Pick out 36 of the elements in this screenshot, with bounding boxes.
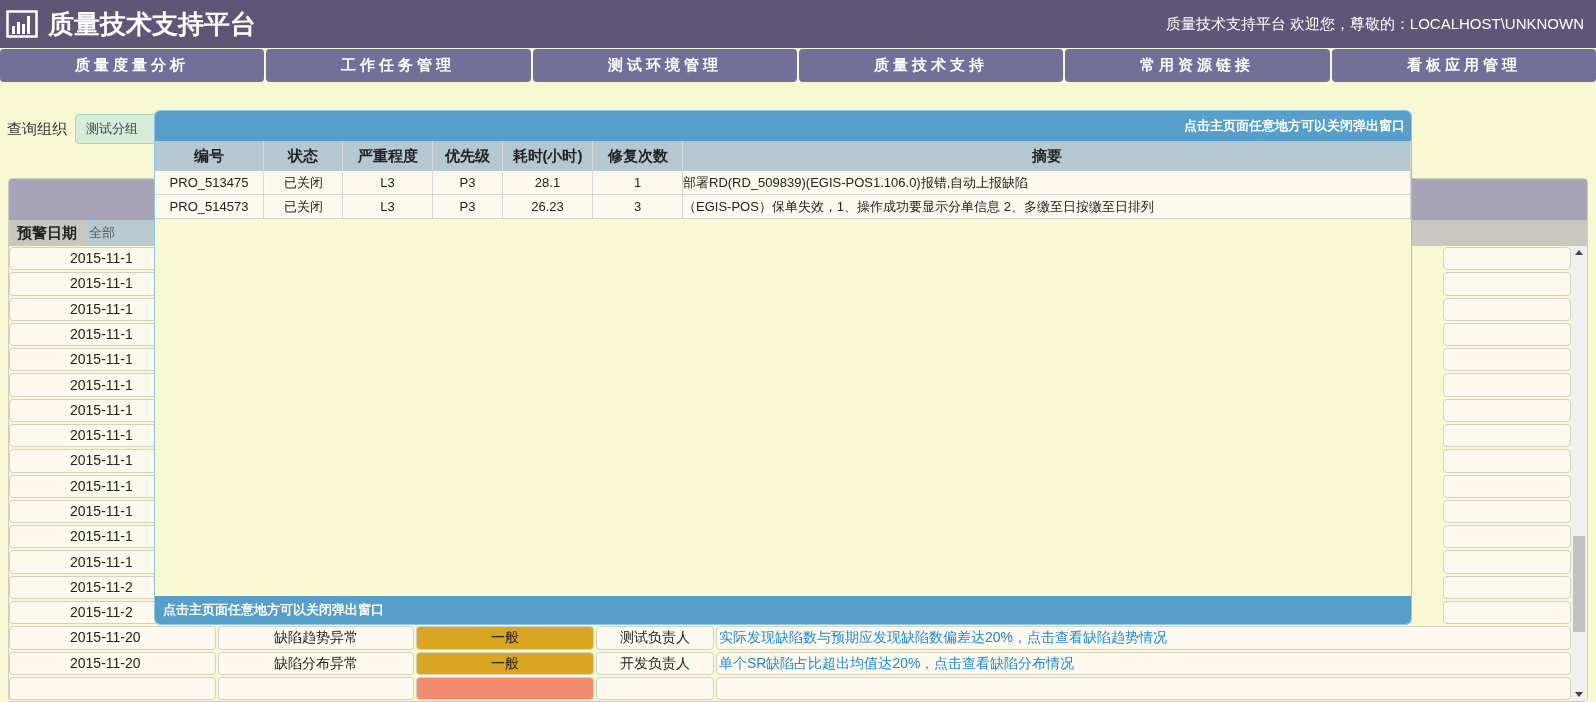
table-cell: 缺陷趋势异常 xyxy=(218,626,414,650)
nav-tab[interactable]: 常用资源链接 xyxy=(1065,49,1330,82)
nav-tab[interactable]: 质量度量分析 xyxy=(0,49,265,82)
severity-cell: 一般 xyxy=(416,651,594,675)
close-hint: 点击主页面任意地方可以关闭弹出窗口 xyxy=(1184,117,1405,136)
table-cell: 测试负责人 xyxy=(596,626,714,650)
description-link[interactable]: 实际发现缺陷数与预期应发现缺陷数偏差达20%，点击查看缺陷趋势情况 xyxy=(719,627,1168,649)
table-cell: L3 xyxy=(343,195,433,218)
table-cell: 26.23 xyxy=(503,195,593,218)
table-cell: 1 xyxy=(593,171,683,194)
table-cell: L3 xyxy=(343,171,433,194)
table-cell: P3 xyxy=(433,171,503,194)
nav-tab[interactable]: 工作任务管理 xyxy=(266,49,531,82)
table-cell: 缺陷分布异常 xyxy=(218,651,414,675)
table-cell: 已关闭 xyxy=(264,171,343,194)
nav-tab[interactable]: 测试环境管理 xyxy=(532,49,797,82)
filter-label: 预警日期 xyxy=(17,222,77,243)
severity-cell: 一般 xyxy=(416,626,594,650)
filter-value[interactable]: 全部 xyxy=(87,220,155,246)
table-cell: PRO_514573 xyxy=(155,195,264,218)
table-cell: 部署RD(RD_509839)(EGIS-POS1.106.0)报错,自动上报缺陷 xyxy=(683,171,1411,194)
nav-tab[interactable]: 质量技术支持 xyxy=(799,49,1064,82)
table-cell: 2015-11-20 xyxy=(9,651,216,675)
table-cell: （EGIS-POS）保单失效，1、操作成功要显示分单信息 2、多缴至日按缴至日排列 xyxy=(683,195,1411,218)
table-cell: 已关闭 xyxy=(264,195,343,218)
description-link[interactable]: 单个SR缺陷占比超出均值达20%，点击查看缺陷分布情况 xyxy=(719,652,1075,674)
app-title: 质量技术支持平台 xyxy=(48,7,256,41)
query-label: 查询组织 xyxy=(7,118,67,139)
table-cell: 3 xyxy=(593,195,683,218)
table-cell: 开发负责人 xyxy=(596,651,714,675)
table-cell: PRO_513475 xyxy=(155,171,264,194)
table-cell: P3 xyxy=(433,195,503,218)
table-cell: 28.1 xyxy=(503,171,593,194)
welcome-text: 质量技术支持平台 欢迎您，尊敬的：LOCALHOST\UNKNOWN xyxy=(1165,13,1585,34)
nav-tab[interactable]: 看板应用管理 xyxy=(1331,49,1596,82)
table-cell: 2015-11-20 xyxy=(9,626,216,650)
